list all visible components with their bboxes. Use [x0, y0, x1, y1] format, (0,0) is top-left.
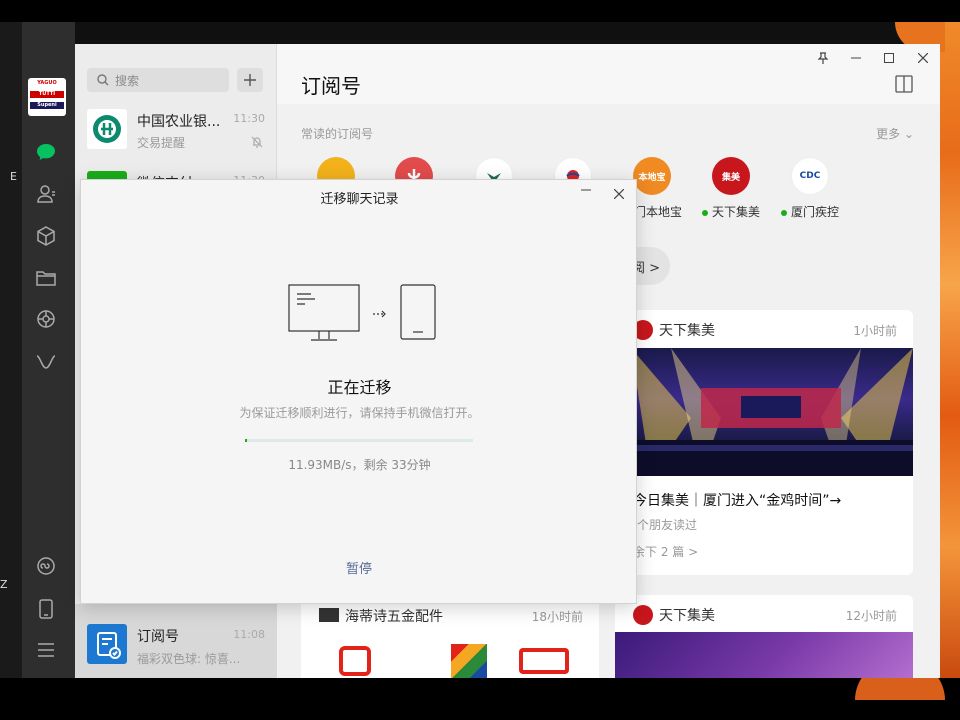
more-link[interactable]: 更多 ⌄ — [876, 125, 914, 142]
chat-name: 订阅号 — [137, 629, 179, 645]
mute-icon — [251, 136, 263, 148]
plus-icon — [244, 74, 256, 86]
dialog-close-button[interactable] — [613, 184, 630, 200]
migrate-dialog: 迁移聊天记录 正在迁移 为保证迁移顺利进行，请保持手机微信打开。 11.93MB… — [80, 179, 637, 604]
card-source: 天下集美 — [659, 608, 715, 624]
search-input[interactable]: 搜索 — [87, 68, 229, 92]
pause-button[interactable]: 暂停 — [339, 558, 379, 577]
favorites-icon[interactable] — [34, 224, 58, 248]
maximize-button[interactable] — [878, 47, 900, 69]
search-placeholder: 搜索 — [115, 73, 140, 88]
card-meta: 个朋友读过 — [637, 518, 698, 532]
account-item[interactable]: 集美 天下集美 — [691, 157, 771, 220]
card-headline: 今日集美｜厦门进入“金鸡时间”→ — [633, 493, 842, 509]
chat-name: 中国农业银... — [137, 114, 221, 130]
migration-speed: 11.93MB/s，剩余 33分钟 — [288, 458, 431, 472]
account-label: 天下集美 — [711, 205, 760, 219]
decor-graphic — [451, 644, 487, 678]
avatar-text: YAGUO — [37, 80, 57, 86]
page-title: 订阅号 — [301, 74, 361, 98]
phone-icon[interactable] — [34, 597, 58, 621]
migration-hint: 为保证迁移顺利进行，请保持手机微信打开。 — [239, 406, 480, 420]
card-remaining: 余下 2 篇 > — [633, 545, 699, 559]
search-icon — [97, 74, 109, 86]
subscriptions-icon — [87, 624, 127, 664]
account-label-row: 天下集美 — [691, 203, 771, 220]
minimize-icon — [851, 57, 861, 59]
add-button[interactable] — [237, 68, 263, 92]
moments-icon[interactable] — [34, 307, 58, 331]
computer-icon — [288, 284, 360, 341]
dialog-minimize-button[interactable] — [581, 184, 597, 200]
main-header — [277, 44, 940, 104]
unread-dot — [780, 209, 787, 216]
source-avatar — [633, 605, 653, 625]
progress-fill — [245, 439, 248, 442]
account-avatar: 集美 — [712, 157, 750, 195]
mini-programs-icon[interactable] — [34, 554, 58, 578]
desktop-bottom-bar — [0, 678, 960, 720]
card-source: 天下集美 — [659, 323, 715, 339]
desktop-char: Z — [0, 578, 8, 591]
account-avatar: 本地宝 — [633, 157, 671, 195]
chat-time: 11:30 — [233, 112, 265, 125]
pin-button[interactable] — [812, 47, 834, 69]
migration-status: 正在迁移 — [327, 378, 392, 397]
menu-icon[interactable] — [34, 638, 58, 662]
chat-subtitle: 交易提醒 — [137, 136, 186, 150]
sidebar-toggle-button[interactable] — [892, 72, 916, 96]
more-text: 更多 — [876, 127, 901, 141]
account-item[interactable]: CDC 厦门疾控 — [770, 157, 850, 220]
desktop-left-strip: E Z — [0, 22, 22, 678]
sidebar-toggle-icon — [895, 75, 913, 93]
account-avatar: CDC — [791, 157, 829, 195]
desktop-char: E — [10, 170, 17, 183]
wallpaper-art — [940, 22, 960, 678]
avatar[interactable]: YAGUO TUTTI Supeni — [28, 78, 66, 116]
avatar-text: Supeni — [30, 102, 64, 109]
article-card[interactable]: 海蒂诗五金配件 18小时前 — [301, 596, 599, 678]
progress-bar — [245, 439, 473, 442]
close-icon — [613, 188, 625, 200]
article-cover-image — [615, 632, 913, 678]
contacts-icon[interactable] — [34, 182, 58, 206]
maximize-icon — [884, 53, 894, 63]
dialog-title: 迁移聊天记录 — [320, 192, 399, 207]
chat-item-abc-bank[interactable]: 中国农业银... 交易提醒 11:30 — [75, 98, 277, 160]
minimize-button[interactable] — [845, 47, 867, 69]
card-source: 海蒂诗五金配件 — [345, 609, 443, 625]
unread-dot — [701, 209, 708, 216]
tmall-logo — [339, 646, 371, 676]
chat-item-subscriptions[interactable]: 订阅号 福彩双色球: 惊喜... 11:08 — [75, 604, 277, 678]
article-cover-image — [631, 348, 913, 476]
close-icon — [918, 53, 928, 63]
card-time: 18小时前 — [531, 610, 583, 624]
arrow-icon — [373, 310, 386, 318]
phone-icon — [400, 284, 436, 340]
close-button[interactable] — [912, 47, 934, 69]
chat-icon[interactable] — [34, 140, 58, 164]
pin-icon — [817, 52, 829, 64]
frequent-label: 常读的订阅号 — [301, 127, 374, 141]
channels-icon[interactable] — [34, 350, 58, 374]
card-time: 12小时前 — [845, 609, 897, 623]
avatar-text: TUTTI — [30, 91, 64, 98]
article-card[interactable]: 天下集美 12小时前 — [615, 595, 913, 678]
abc-bank-logo — [87, 109, 127, 149]
card-time: 1小时前 — [853, 324, 897, 338]
article-card[interactable]: 天下集美 1小时前 今日集美｜厦门进入“金鸡时间”→ 个朋友读过 余下 2 篇 … — [615, 310, 913, 575]
hettich-logo — [319, 608, 339, 622]
minimize-icon — [581, 189, 591, 191]
account-label: 厦门疾控 — [790, 205, 839, 219]
double11-logo — [519, 648, 569, 674]
chat-time: 11:08 — [233, 628, 265, 641]
chevron-down-icon: ⌄ — [903, 127, 914, 141]
account-label-row: 厦门疾控 — [770, 203, 850, 220]
desktop-top-bar — [0, 0, 960, 22]
chat-subtitle: 福彩双色球: 惊喜... — [137, 652, 241, 666]
migration-illustration — [287, 284, 437, 344]
folder-icon[interactable] — [34, 266, 58, 290]
